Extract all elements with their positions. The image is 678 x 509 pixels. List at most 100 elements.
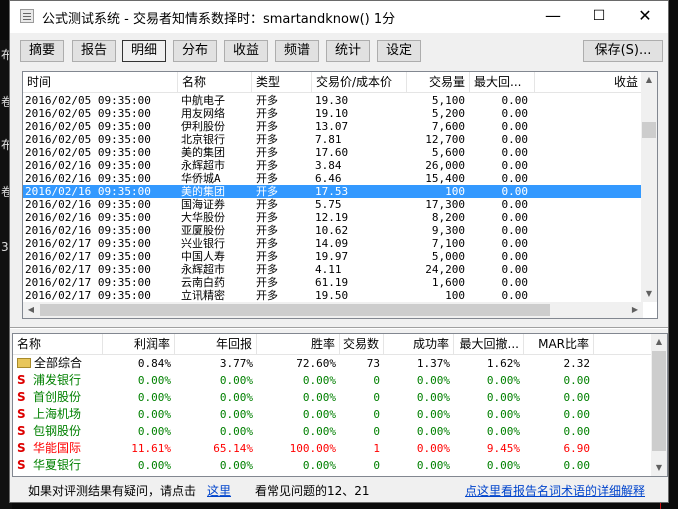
summary-column-header[interactable]: 最大回撤... [454,334,524,354]
table-row[interactable]: 2016/02/16 09:35:00 永辉超市 开多 3.84 26,000 0.00 [23,159,643,172]
pane-divider[interactable] [10,327,668,329]
tab-5[interactable]: 频谱 [275,40,319,62]
table-row[interactable]: 2016/02/05 09:35:00 美的集团 开多 17.60 5,600 0.00 [23,146,643,159]
scroll-down-icon[interactable]: ▼ [641,286,657,302]
trade-column-header[interactable]: 交易价/成本价 [312,72,407,92]
glossary-link[interactable]: 点这里看报告名词术语的详细解释 [465,481,645,501]
table-cell: 2016/02/05 09:35:00 [25,133,151,146]
scrollbar-thumb[interactable] [652,351,666,451]
table-cell: 开多 [256,198,278,211]
table-cell: 2016/02/05 09:35:00 [25,146,151,159]
summary-column-header[interactable]: 交易数 [340,334,384,354]
table-cell: 开多 [256,185,278,198]
table-cell: 0.00 [501,107,529,120]
table-row[interactable]: 2016/02/17 09:35:00 立讯精密 开多 19.50 100 0.00 [23,289,643,302]
summary-row[interactable]: 全部综合 0.84% 3.77% 72.60% 73 1.37% 1.62% 2.32 [13,355,653,372]
summary-row[interactable]: S 包钢股份 0.00% 0.00% 0.00% 0 0.00% 0.00% 0.00 [13,423,653,440]
stock-name: 全部综合 [34,356,83,370]
trade-column-header[interactable]: 时间 [23,72,178,92]
table-row[interactable]: 2016/02/17 09:35:00 云南白药 开多 61.19 1,600 0.00 [23,276,643,289]
summary-cell: 0.00% [219,391,253,404]
summary-column-header[interactable]: 利润率 [103,334,175,354]
table-row[interactable]: 2016/02/05 09:35:00 用友网络 开多 19.10 5,200 0.00 [23,107,643,120]
summary-cell: 0.00% [416,408,450,421]
scroll-right-icon[interactable]: ▶ [627,302,643,318]
app-window: 公式测试系统 - 交易者知情系数择时：smartandknow() 1分 — ☐… [9,0,669,503]
summary-cell: 0.00 [563,425,591,438]
scroll-up-icon[interactable]: ▲ [651,334,667,350]
title-bar[interactable]: 公式测试系统 - 交易者知情系数择时：smartandknow() 1分 — ☐… [10,1,668,33]
table-row[interactable]: 2016/02/05 09:35:00 中航电子 开多 19.30 5,100 0.00 [23,94,643,107]
table-cell: 2016/02/17 09:35:00 [25,276,151,289]
table-cell: 用友网络 [181,107,225,120]
summary-column-header[interactable]: 年回报 [175,334,257,354]
table-row[interactable]: 2016/02/17 09:35:00 兴业银行 开多 14.09 7,100 0.00 [23,237,643,250]
trade-column-header[interactable]: 收益 [535,72,643,92]
summary-cell: 0.00 [563,374,591,387]
trade-column-header[interactable]: 最大回... [470,72,535,92]
maximize-button[interactable]: ☐ [576,1,622,31]
table-cell: 2016/02/17 09:35:00 [25,250,151,263]
minimize-button[interactable]: — [530,1,576,31]
table-cell: 2016/02/16 09:35:00 [25,224,151,237]
summary-name-cell: S 上海机场 [17,406,81,423]
table-row[interactable]: 2016/02/16 09:35:00 美的集团 开多 17.53 100 0.00 [23,185,643,198]
trade-column-header[interactable]: 类型 [252,72,312,92]
save-button[interactable]: 保存(S)... [583,40,663,62]
summary-cell: 0.00% [137,425,171,438]
table-row[interactable]: 2016/02/16 09:35:00 亚厦股份 开多 10.62 9,300 0.00 [23,224,643,237]
table-row[interactable]: 2016/02/05 09:35:00 北京银行 开多 7.81 12,700 0.00 [23,133,643,146]
table-cell: 4.11 [315,263,342,276]
tab-6[interactable]: 统计 [326,40,370,62]
summary-row[interactable]: S 首创股份 0.00% 0.00% 0.00% 0 0.00% 0.00% 0.00 [13,389,653,406]
table-cell: 0.00 [501,120,529,133]
summary-column-header[interactable]: 胜率 [257,334,340,354]
tab-0[interactable]: 摘要 [20,40,64,62]
table-cell: 8,200 [431,211,465,224]
summary-row[interactable]: S 上海机场 0.00% 0.00% 0.00% 0 0.00% 0.00% 0.00 [13,406,653,423]
table-row[interactable]: 2016/02/16 09:35:00 华侨城A 开多 6.46 15,400 0.00 [23,172,643,185]
table-row[interactable]: 2016/02/17 09:35:00 永辉超市 开多 4.11 24,200 0.00 [23,263,643,276]
trade-vertical-scrollbar[interactable]: ▲ ▼ [641,72,657,302]
summary-name-cell: S 包钢股份 [17,423,81,440]
tab-3[interactable]: 分布 [173,40,217,62]
hscrollbar-thumb[interactable] [40,304,550,316]
summary-cell: 0.00 [563,391,591,404]
tab-1[interactable]: 报告 [72,40,116,62]
tab-4[interactable]: 收益 [224,40,268,62]
summary-row[interactable]: S 浦发银行 0.00% 0.00% 0.00% 0 0.00% 0.00% 0.00 [13,372,653,389]
table-row[interactable]: 2016/02/16 09:35:00 大华股份 开多 12.19 8,200 0.00 [23,211,643,224]
table-cell: 24,200 [425,263,465,276]
table-cell: 2016/02/17 09:35:00 [25,237,151,250]
table-cell: 2016/02/17 09:35:00 [25,289,151,302]
tab-2[interactable]: 明细 [122,40,166,62]
scroll-left-icon[interactable]: ◀ [23,302,39,318]
stock-s-icon: S [17,373,26,387]
summary-column-header[interactable]: MAR比率 [524,334,594,354]
summary-cell: 0 [373,374,380,387]
scroll-down-icon[interactable]: ▼ [651,460,667,476]
tab-7[interactable]: 设定 [377,40,421,62]
summary-column-header[interactable]: 名称 [13,334,103,354]
table-cell: 华侨城A [181,172,221,185]
scroll-up-icon[interactable]: ▲ [641,72,657,88]
table-cell: 12,700 [425,133,465,146]
scrollbar-thumb[interactable] [642,122,656,138]
summary-row[interactable]: S 华夏银行 0.00% 0.00% 0.00% 0 0.00% 0.00% 0.00 [13,457,653,474]
summary-column-header[interactable]: 成功率 [384,334,454,354]
table-row[interactable]: 2016/02/16 09:35:00 国海证券 开多 5.75 17,300 0.00 [23,198,643,211]
close-button[interactable]: ✕ [622,1,668,31]
table-row[interactable]: 2016/02/05 09:35:00 伊利股份 开多 13.07 7,600 0.00 [23,120,643,133]
summary-vertical-scrollbar[interactable]: ▲ ▼ [651,334,667,476]
summary-cell: 65.14% [213,442,253,455]
here-link[interactable]: 这里 [207,481,231,501]
trade-horizontal-scrollbar[interactable]: ◀ ▶ [23,302,643,318]
summary-row[interactable]: S 华能国际 11.61% 65.14% 100.00% 1 0.00% 9.45% 6.90 [13,440,653,457]
trade-column-header[interactable]: 名称 [178,72,252,92]
stock-s-icon: S [17,441,26,455]
table-row[interactable]: 2016/02/17 09:35:00 中国人寿 开多 19.97 5,000 0.00 [23,250,643,263]
summary-cell: 0.00% [219,408,253,421]
trade-column-header[interactable]: 交易量 [407,72,470,92]
window-title: 公式测试系统 - 交易者知情系数择时：smartandknow() 1分 [42,12,396,27]
summary-cell: 0.00% [219,425,253,438]
